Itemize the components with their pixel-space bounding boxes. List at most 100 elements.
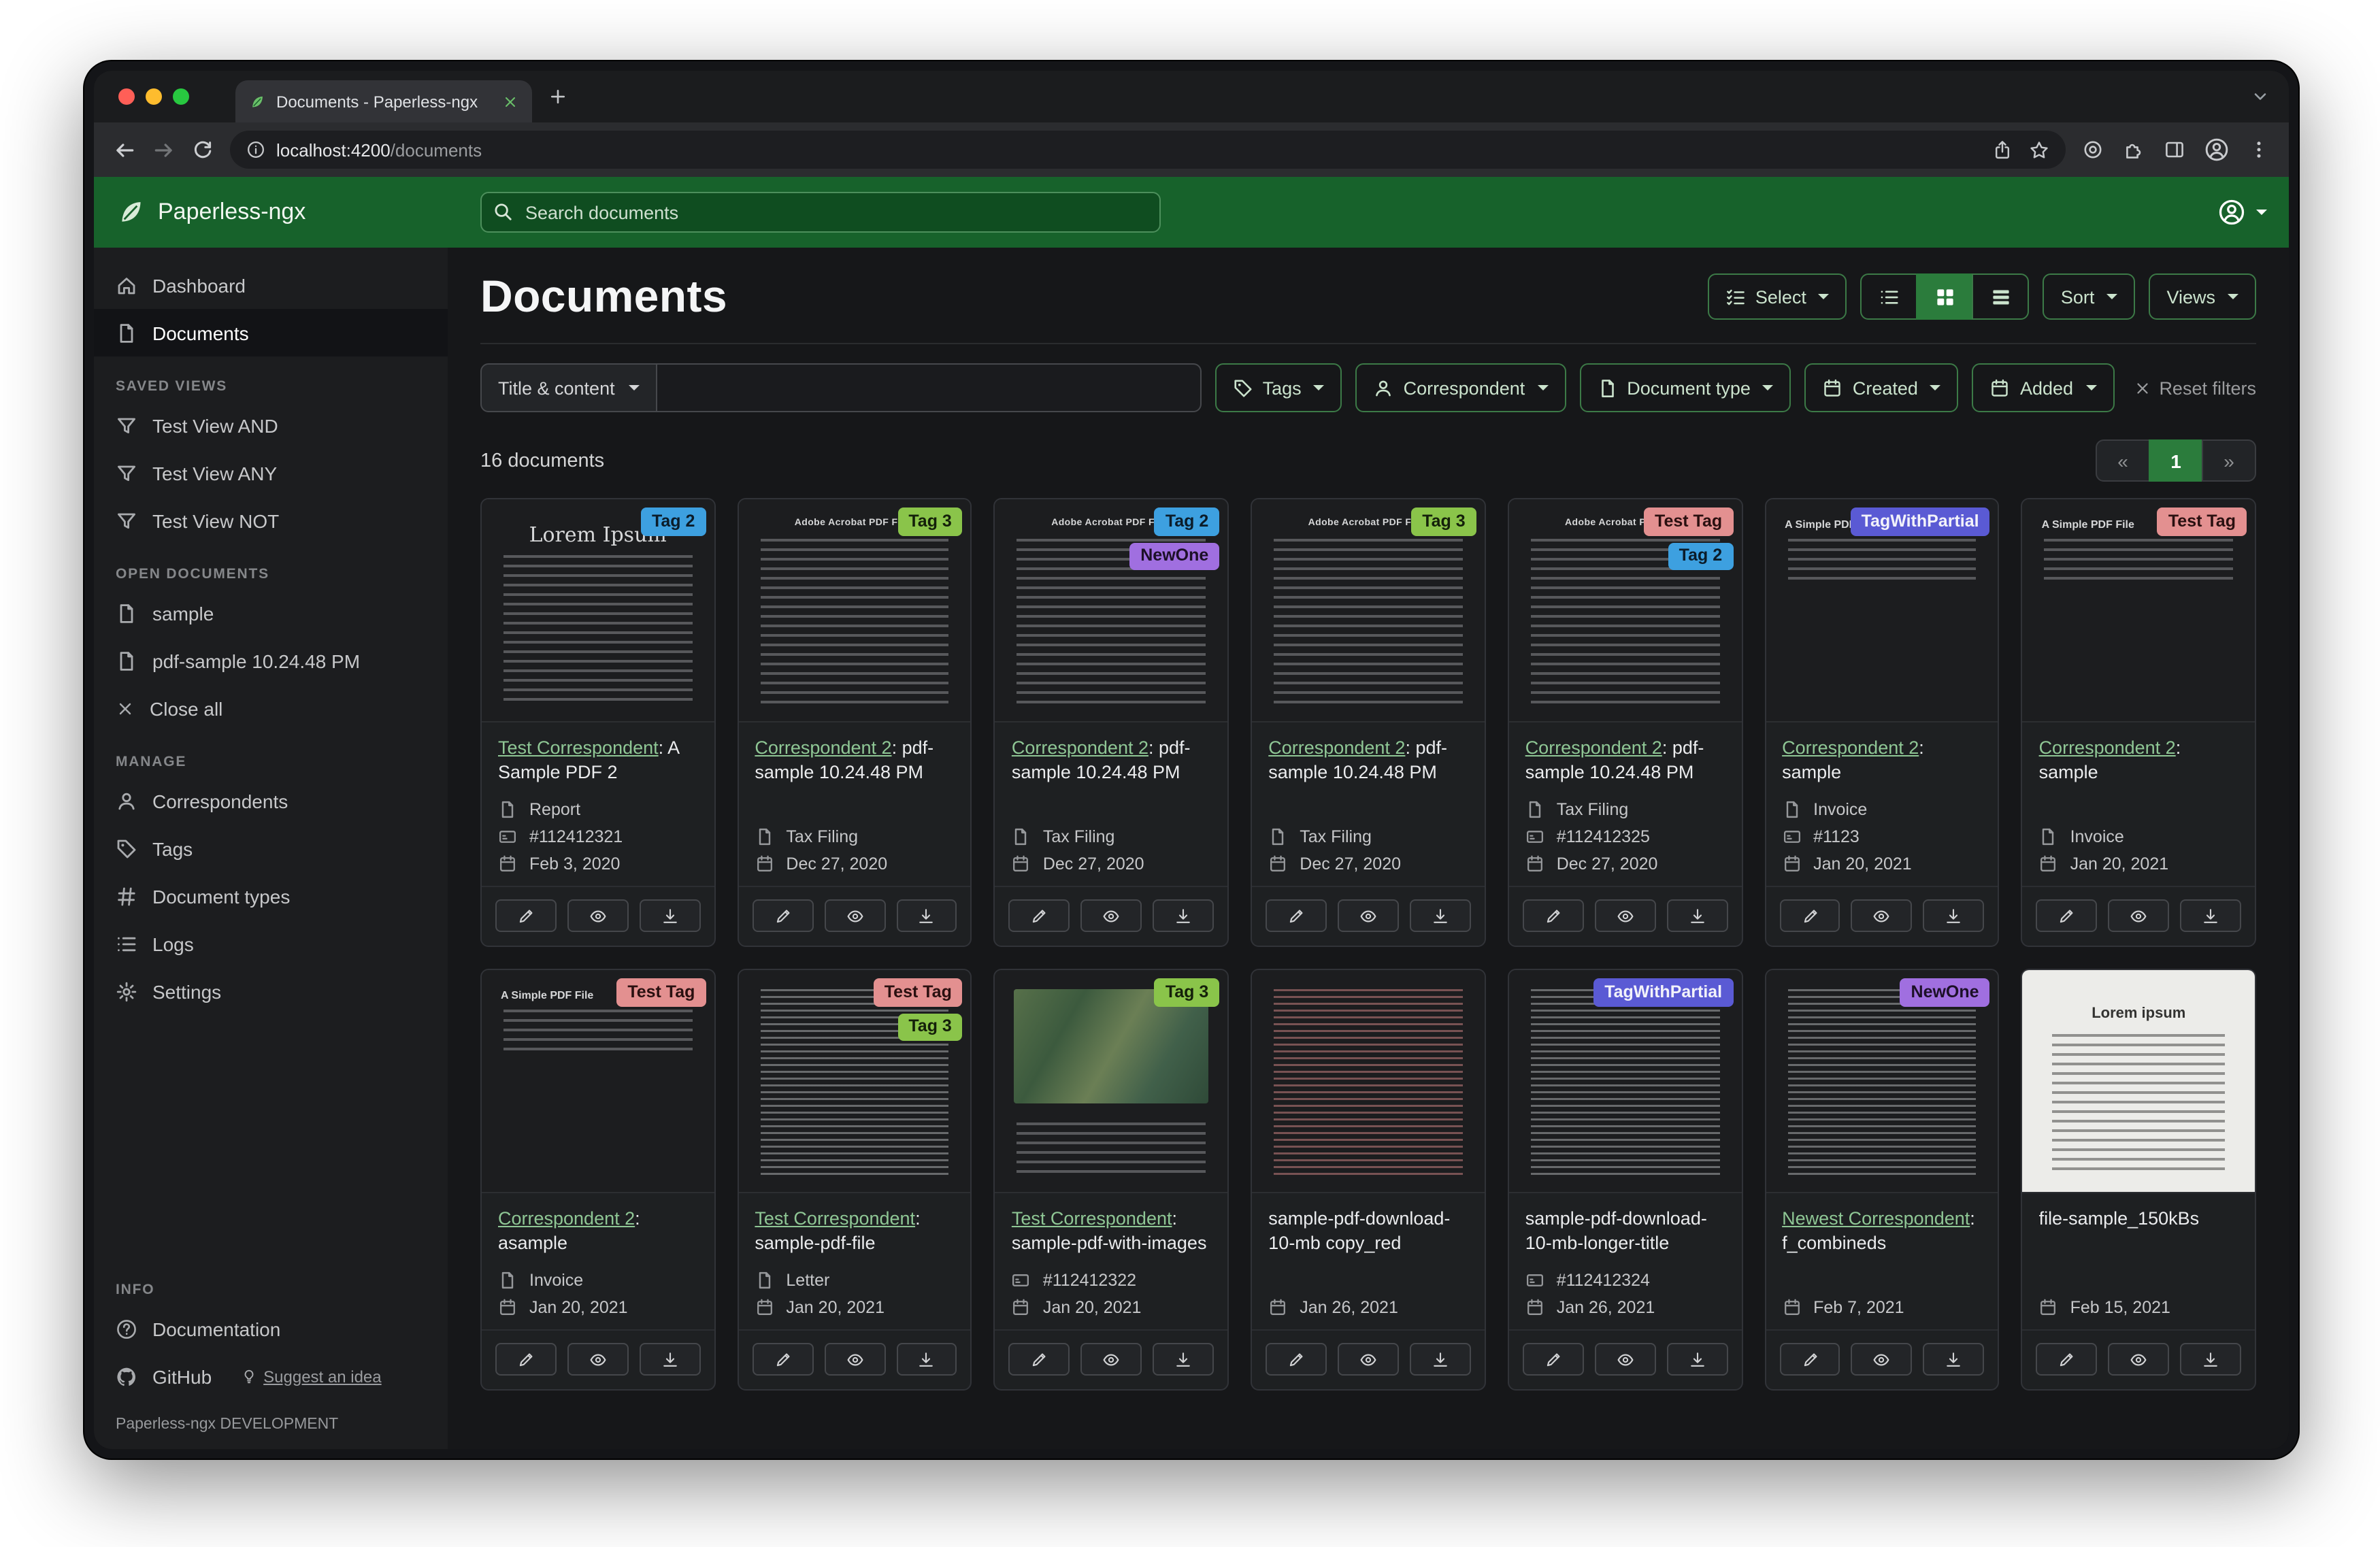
view-button[interactable] bbox=[1851, 1343, 1913, 1376]
correspondent-link[interactable]: Correspondent 2 bbox=[1268, 737, 1405, 758]
search-input[interactable] bbox=[480, 192, 1161, 233]
edit-button[interactable] bbox=[1523, 899, 1584, 932]
maximize-window-button[interactable] bbox=[173, 88, 189, 105]
download-button[interactable] bbox=[1410, 899, 1471, 932]
tag-badge[interactable]: Test Tag bbox=[616, 978, 706, 1006]
download-button[interactable] bbox=[2180, 899, 2241, 932]
filter-field-select[interactable]: Title & content bbox=[480, 363, 657, 412]
edit-button[interactable] bbox=[495, 1343, 557, 1376]
side-panel-icon[interactable] bbox=[2164, 139, 2185, 161]
views-button[interactable]: Views bbox=[2149, 273, 2256, 320]
download-button[interactable] bbox=[1923, 899, 1985, 932]
next-page-button[interactable]: » bbox=[2202, 439, 2256, 482]
view-button[interactable] bbox=[2108, 1343, 2169, 1376]
view-button[interactable] bbox=[1338, 899, 1399, 932]
extensions-puzzle-icon[interactable] bbox=[2123, 139, 2145, 161]
edit-button[interactable] bbox=[1779, 899, 1840, 932]
document-card[interactable]: NewOne Newest Correspondent: f_combineds… bbox=[1764, 969, 1999, 1391]
filter-document-type-button[interactable]: Document type bbox=[1579, 363, 1791, 412]
document-card[interactable]: Test TagTag 3 Test Correspondent: sample… bbox=[737, 969, 972, 1391]
site-info-icon[interactable] bbox=[246, 140, 265, 159]
edit-button[interactable] bbox=[1009, 1343, 1070, 1376]
view-button[interactable] bbox=[1595, 899, 1656, 932]
correspondent-link[interactable]: Correspondent 2 bbox=[1525, 737, 1662, 758]
edit-button[interactable] bbox=[495, 899, 557, 932]
sidebar-item-close-all[interactable]: Close all bbox=[94, 684, 448, 732]
tab-search-chevron-icon[interactable] bbox=[2251, 87, 2270, 106]
sidebar-item-documentation[interactable]: Documentation bbox=[94, 1305, 448, 1352]
document-thumbnail[interactable]: Adobe Acrobat PDF Files Tag 2NewOne bbox=[995, 499, 1227, 722]
document-card[interactable]: Adobe Acrobat PDF Files Tag 2NewOne Corr… bbox=[994, 498, 1229, 947]
share-icon[interactable] bbox=[1992, 139, 2013, 160]
document-thumbnail[interactable]: Lorem Ipsum Tag 2 bbox=[482, 499, 714, 722]
suggest-idea-link[interactable]: Suggest an idea bbox=[263, 1367, 382, 1386]
correspondent-link[interactable]: Test Correspondent bbox=[755, 1208, 915, 1229]
document-card[interactable]: Lorem ipsum file-sample_150kBs Feb 15, 2… bbox=[2021, 969, 2256, 1391]
correspondent-link[interactable]: Correspondent 2 bbox=[1012, 737, 1148, 758]
tag-badge[interactable]: TagWithPartial bbox=[1593, 978, 1733, 1006]
document-thumbnail[interactable] bbox=[1252, 970, 1484, 1193]
correspondent-link[interactable]: Correspondent 2 bbox=[755, 737, 891, 758]
browser-tab[interactable]: Documents - Paperless-ngx bbox=[235, 80, 532, 122]
sidebar-item-correspondents[interactable]: Correspondents bbox=[94, 777, 448, 825]
filter-created-button[interactable]: Created bbox=[1805, 363, 1959, 412]
download-button[interactable] bbox=[1410, 1343, 1471, 1376]
document-card[interactable]: A Simple PDF File TagWithPartial Corresp… bbox=[1764, 498, 1999, 947]
correspondent-link[interactable]: Correspondent 2 bbox=[498, 1208, 635, 1229]
edit-button[interactable] bbox=[1779, 1343, 1840, 1376]
document-thumbnail[interactable]: Adobe Acrobat PDF Files Test TagTag 2 bbox=[1509, 499, 1741, 722]
new-tab-button[interactable] bbox=[548, 87, 567, 106]
download-button[interactable] bbox=[896, 1343, 957, 1376]
edit-button[interactable] bbox=[1009, 899, 1070, 932]
edit-button[interactable] bbox=[2036, 899, 2098, 932]
tag-badge[interactable]: Tag 3 bbox=[1411, 508, 1476, 535]
user-menu[interactable] bbox=[2218, 199, 2267, 226]
sidebar-item-saved-view[interactable]: Test View ANY bbox=[94, 449, 448, 497]
sidebar-item-settings[interactable]: Settings bbox=[94, 967, 448, 1015]
document-thumbnail[interactable]: Adobe Acrobat PDF Files Tag 3 bbox=[738, 499, 970, 722]
sidebar-item-dashboard[interactable]: Dashboard bbox=[94, 261, 448, 309]
document-card[interactable]: Tag 3 Test Correspondent: sample-pdf-wit… bbox=[994, 969, 1229, 1391]
filter-added-button[interactable]: Added bbox=[1972, 363, 2114, 412]
download-button[interactable] bbox=[640, 899, 701, 932]
document-card[interactable]: Adobe Acrobat PDF Files Test TagTag 2 Co… bbox=[1508, 498, 1742, 947]
tag-badge[interactable]: Tag 3 bbox=[897, 1013, 962, 1041]
correspondent-link[interactable]: Test Correspondent bbox=[498, 737, 659, 758]
download-button[interactable] bbox=[1923, 1343, 1985, 1376]
document-card[interactable]: sample-pdf-download-10-mb copy_red Jan 2… bbox=[1251, 969, 1485, 1391]
browser-profile-avatar[interactable] bbox=[2204, 137, 2229, 162]
sidebar-item-saved-view[interactable]: Test View NOT bbox=[94, 497, 448, 544]
document-card[interactable]: TagWithPartial sample-pdf-download-10-mb… bbox=[1508, 969, 1742, 1391]
view-button[interactable] bbox=[2108, 899, 2169, 932]
document-thumbnail[interactable]: Tag 3 bbox=[995, 970, 1227, 1193]
document-card[interactable]: Lorem Ipsum Tag 2 Test Correspondent: A … bbox=[480, 498, 715, 947]
document-thumbnail[interactable]: NewOne bbox=[1766, 970, 1998, 1193]
download-button[interactable] bbox=[896, 899, 957, 932]
view-button[interactable] bbox=[1081, 899, 1142, 932]
reload-button[interactable] bbox=[192, 139, 214, 161]
document-thumbnail[interactable]: A Simple PDF File TagWithPartial bbox=[1766, 499, 1998, 722]
sidebar-item-documents[interactable]: Documents bbox=[94, 309, 448, 356]
sort-button[interactable]: Sort bbox=[2043, 273, 2136, 320]
view-button[interactable] bbox=[824, 899, 885, 932]
list-view-button[interactable] bbox=[1861, 273, 1918, 320]
forward-button[interactable] bbox=[152, 138, 176, 161]
edit-button[interactable] bbox=[752, 899, 813, 932]
sidebar-item-tags[interactable]: Tags bbox=[94, 825, 448, 872]
app-brand[interactable]: Paperless-ngx bbox=[116, 197, 448, 227]
tag-badge[interactable]: Tag 3 bbox=[897, 508, 962, 535]
minimize-window-button[interactable] bbox=[146, 88, 162, 105]
correspondent-link[interactable]: Test Correspondent bbox=[1012, 1208, 1172, 1229]
tag-badge[interactable]: Test Tag bbox=[874, 978, 963, 1006]
address-bar[interactable]: localhost:4200/documents bbox=[230, 131, 2066, 169]
document-thumbnail[interactable]: A Simple PDF File Test Tag bbox=[482, 970, 714, 1193]
select-button[interactable]: Select bbox=[1708, 273, 1847, 320]
document-card[interactable]: A Simple PDF File Test Tag Correspondent… bbox=[2021, 498, 2256, 947]
filter-tags-button[interactable]: Tags bbox=[1215, 363, 1342, 412]
download-button[interactable] bbox=[1666, 1343, 1728, 1376]
tag-badge[interactable]: Tag 3 bbox=[1155, 978, 1219, 1006]
bookmark-star-icon[interactable] bbox=[2029, 139, 2049, 160]
sidebar-item-logs[interactable]: Logs bbox=[94, 920, 448, 967]
correspondent-link[interactable]: Correspondent 2 bbox=[2039, 737, 2176, 758]
filter-text-input[interactable] bbox=[657, 363, 1202, 412]
